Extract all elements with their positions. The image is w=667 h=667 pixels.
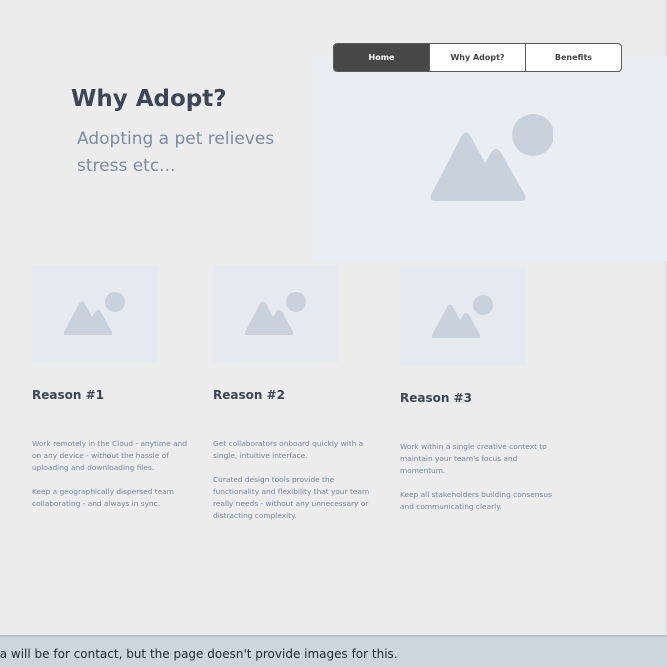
reason-2-image [213,265,338,362]
image-placeholder-icon [430,114,553,201]
reason-1-title: Reason #1 [32,388,104,402]
reason-2-text: Get collaborators onboard quickly with a… [213,438,375,522]
reason-2-paragraph-1: Get collaborators onboard quickly with a… [213,439,364,460]
reason-1-image [32,265,157,362]
nav-tab-home[interactable]: Home [334,44,429,71]
image-placeholder-icon [244,292,306,335]
image-placeholder-icon [431,295,493,338]
reason-3-title: Reason #3 [400,391,472,405]
page-subtitle: Adopting a pet relieves stress etc... [77,129,275,176]
reason-3-image [400,268,525,365]
reason-3-paragraph-2: Keep all stakeholders building consensus… [400,490,552,511]
reason-1-text: Work remotely in the Cloud - anytime and… [32,438,194,510]
footer-text: This area will be for contact, but the p… [0,647,398,661]
nav-tab-why-adopt[interactable]: Why Adopt? [429,44,525,71]
nav-tab-benefits[interactable]: Benefits [525,44,621,71]
contact-footer: This area will be for contact, but the p… [0,635,667,667]
reason-3-paragraph-1: Work within a single creative context to… [400,442,547,475]
reason-2-paragraph-2: Curated design tools provide the functio… [213,475,370,520]
reason-1-paragraph-1: Work remotely in the Cloud - anytime and… [32,439,188,472]
page-title: Why Adopt? [71,86,227,112]
reason-3-text: Work within a single creative context to… [400,441,562,513]
main-nav: Home Why Adopt? Benefits [333,43,622,72]
hero-image [311,56,667,261]
reason-1-paragraph-2: Keep a geographically dispersed team col… [32,487,174,508]
image-placeholder-icon [63,292,125,335]
reason-2-title: Reason #2 [213,388,285,402]
